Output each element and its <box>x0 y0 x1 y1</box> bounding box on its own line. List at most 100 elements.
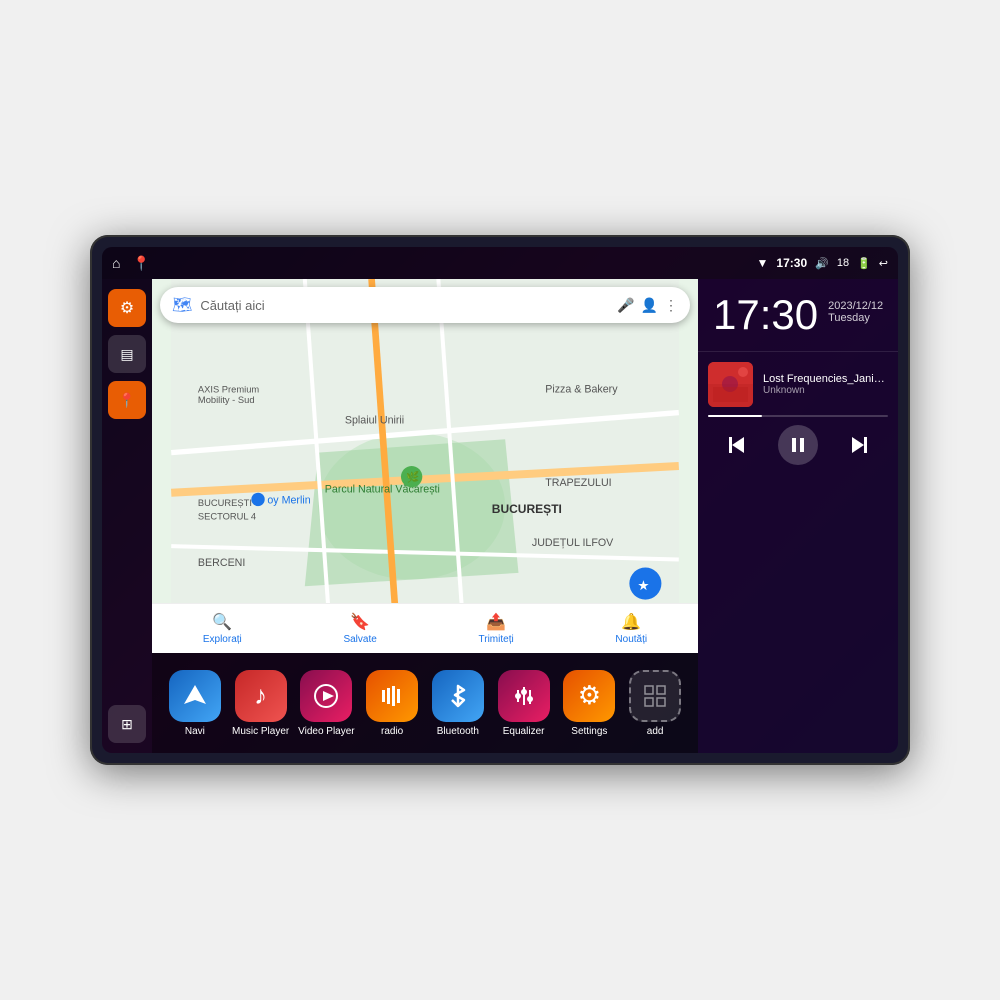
sidebar-settings-button[interactable]: ⚙ <box>108 289 146 327</box>
music-controls <box>708 425 888 465</box>
progress-bar[interactable] <box>708 415 888 417</box>
clock-row: 17:30 2023/12/12 Tuesday <box>713 294 883 336</box>
map-svg: Splaiul Unirii TRAPEZULUI BUCUREȘTI JUDE… <box>152 279 698 653</box>
more-icon[interactable]: ⋮ <box>664 297 678 314</box>
video-icon <box>300 670 352 722</box>
saved-icon: 🔖 <box>350 612 370 632</box>
sidebar-maps-button[interactable]: 📍 <box>108 381 146 419</box>
settings-label: Settings <box>571 726 607 737</box>
saved-label: Salvate <box>343 634 376 645</box>
bluetooth-label: Bluetooth <box>437 726 479 737</box>
car-device: ⌂ 📍 ▼ 17:30 🔊 18 🔋 ↩ ⚙ ▤ <box>90 235 910 765</box>
news-label: Noutăți <box>615 634 647 645</box>
bluetooth-icon-app <box>432 670 484 722</box>
map-search-bar[interactable]: 🗺 Căutați aici 🎤 👤 ⋮ <box>160 287 690 323</box>
album-art-image <box>708 362 753 407</box>
music-icon: ♪ <box>235 670 287 722</box>
svg-text:Pizza & Bakery: Pizza & Bakery <box>545 384 618 396</box>
track-details: Lost Frequencies_Janie... Unknown <box>763 373 888 396</box>
status-time: 17:30 <box>776 256 807 270</box>
app-navi[interactable]: Navi <box>162 670 228 737</box>
svg-text:BUCUREȘTI: BUCUREȘTI <box>492 502 562 516</box>
svg-text:AXIS Premium: AXIS Premium <box>198 385 259 395</box>
back-icon[interactable]: ↩ <box>879 257 888 270</box>
app-bluetooth[interactable]: Bluetooth <box>425 670 491 737</box>
svg-text:Mobility - Sud: Mobility - Sud <box>198 395 255 405</box>
map-tab-explore[interactable]: 🔍 Explorați <box>203 612 242 645</box>
map-background: Splaiul Unirii TRAPEZULUI BUCUREȘTI JUDE… <box>152 279 698 653</box>
svg-text:BERCENI: BERCENI <box>198 557 245 569</box>
map-search-text[interactable]: Căutați aici <box>200 298 609 313</box>
microphone-icon[interactable]: 🎤 <box>617 297 634 314</box>
home-icon[interactable]: ⌂ <box>112 255 120 271</box>
prev-button[interactable] <box>719 427 755 463</box>
svg-text:TRAPEZULUI: TRAPEZULUI <box>545 477 611 489</box>
battery-level: 18 <box>837 257 849 269</box>
music-widget: Lost Frequencies_Janie... Unknown <box>698 352 898 753</box>
day-display: Tuesday <box>828 312 883 324</box>
map-pin-icon: 📍 <box>118 392 135 409</box>
svg-text:Parcul Natural Văcărești: Parcul Natural Văcărești <box>325 484 440 496</box>
status-left-icons: ⌂ 📍 <box>112 255 150 272</box>
files-icon: ▤ <box>120 346 133 363</box>
svg-text:oy Merlin: oy Merlin <box>267 494 310 506</box>
radio-icon <box>366 670 418 722</box>
track-artist: Unknown <box>763 385 888 396</box>
app-add[interactable]: add <box>622 670 688 737</box>
sidebar: ⚙ ▤ 📍 ⊞ <box>102 279 152 753</box>
app-equalizer[interactable]: Equalizer <box>491 670 557 737</box>
wifi-icon: ▼ <box>757 256 769 270</box>
music-player-label: Music Player <box>232 726 289 737</box>
music-info: Lost Frequencies_Janie... Unknown <box>708 362 888 407</box>
explore-label: Explorați <box>203 634 242 645</box>
svg-text:BUCUREȘTI: BUCUREȘTI <box>198 498 252 508</box>
date-display: 2023/12/12 <box>828 300 883 312</box>
app-dock: Navi ♪ Music Player <box>152 653 698 753</box>
equalizer-label: Equalizer <box>503 726 545 737</box>
navi-icon <box>169 670 221 722</box>
battery-icon: 🔋 <box>857 257 871 270</box>
track-name: Lost Frequencies_Janie... <box>763 373 888 385</box>
video-player-label: Video Player <box>298 726 355 737</box>
clock-widget: 17:30 2023/12/12 Tuesday <box>698 279 898 352</box>
map-tab-share[interactable]: 📤 Trimiteți <box>479 612 514 645</box>
next-button[interactable] <box>841 427 877 463</box>
album-art <box>708 362 753 407</box>
main-content: ⚙ ▤ 📍 ⊞ <box>102 279 898 753</box>
equalizer-icon <box>498 670 550 722</box>
google-maps-icon: 🗺 <box>172 295 192 315</box>
settings-icon: ⚙ <box>120 298 134 318</box>
status-bar: ⌂ 📍 ▼ 17:30 🔊 18 🔋 ↩ <box>102 247 898 279</box>
clock-display: 17:30 <box>713 294 818 336</box>
svg-text:Splaiul Unirii: Splaiul Unirii <box>345 414 404 426</box>
sidebar-grid-button[interactable]: ⊞ <box>108 705 146 743</box>
maps-icon[interactable]: 📍 <box>132 255 149 272</box>
svg-text:JUDEȚUL ILFOV: JUDEȚUL ILFOV <box>532 537 614 549</box>
app-video-player[interactable]: Video Player <box>294 670 360 737</box>
volume-icon: 🔊 <box>815 257 829 270</box>
add-label: add <box>647 726 664 737</box>
progress-fill <box>708 415 762 417</box>
app-music-player[interactable]: ♪ Music Player <box>228 670 294 737</box>
center-area: Splaiul Unirii TRAPEZULUI BUCUREȘTI JUDE… <box>152 279 698 753</box>
svg-text:★: ★ <box>637 578 649 593</box>
svg-text:🌿: 🌿 <box>406 471 419 484</box>
app-settings[interactable]: ⚙ Settings <box>557 670 623 737</box>
share-icon: 📤 <box>486 612 506 632</box>
app-radio[interactable]: radio <box>359 670 425 737</box>
settings-app-icon: ⚙ <box>563 670 615 722</box>
navi-label: Navi <box>185 726 205 737</box>
clock-date: 2023/12/12 Tuesday <box>828 294 883 324</box>
radio-label: radio <box>381 726 403 737</box>
map-tab-news[interactable]: 🔔 Noutăți <box>615 612 647 645</box>
grid-icon: ⊞ <box>121 716 133 733</box>
map-tab-saved[interactable]: 🔖 Salvate <box>343 612 376 645</box>
sidebar-files-button[interactable]: ▤ <box>108 335 146 373</box>
map-container[interactable]: Splaiul Unirii TRAPEZULUI BUCUREȘTI JUDE… <box>152 279 698 653</box>
map-tabs: 🔍 Explorați 🔖 Salvate 📤 Trimiteți <box>152 603 698 653</box>
explore-icon: 🔍 <box>212 612 232 632</box>
account-icon[interactable]: 👤 <box>641 297 658 314</box>
news-icon: 🔔 <box>621 612 641 632</box>
status-right-info: ▼ 17:30 🔊 18 🔋 ↩ <box>757 256 888 270</box>
pause-button[interactable] <box>778 425 818 465</box>
